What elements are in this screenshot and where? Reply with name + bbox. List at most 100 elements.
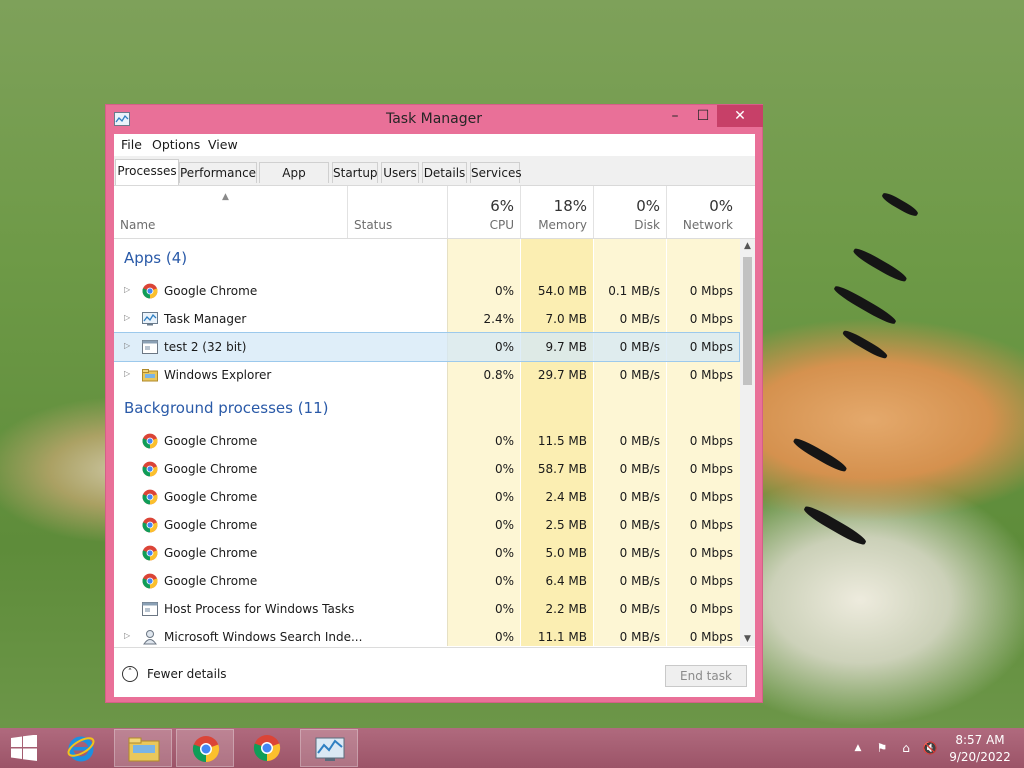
process-memory: 11.1 MB [537, 630, 587, 644]
process-name: Google Chrome [164, 284, 258, 298]
column-disk[interactable]: Disk [594, 218, 660, 232]
maximize-button[interactable]: ☐ [689, 105, 717, 127]
taskbar-chrome-1[interactable] [176, 729, 234, 767]
chrome-icon [192, 736, 220, 763]
process-network: 0 Mbps [689, 546, 733, 560]
process-network: 0 Mbps [689, 312, 733, 326]
chrome-icon [253, 735, 281, 762]
tab-users[interactable]: Users [381, 162, 419, 183]
group-header-background[interactable]: Background processes (11) [114, 395, 739, 423]
chevron-up-circle-icon[interactable]: ˄ [122, 666, 138, 682]
process-cpu: 0% [494, 630, 514, 644]
process-memory: 9.7 MB [545, 340, 587, 354]
process-row[interactable]: ▷ Windows Explorer 0.8% 29.7 MB 0 MB/s 0 Mbps [114, 361, 739, 389]
network-total[interactable]: 0% [667, 197, 733, 215]
process-cpu: 0.8% [483, 368, 515, 382]
process-memory: 2.5 MB [545, 518, 587, 532]
disk-total[interactable]: 0% [594, 197, 660, 215]
process-name: Google Chrome [164, 518, 258, 532]
column-network[interactable]: Network [667, 218, 733, 232]
volume-muted-icon[interactable]: 🔇 [922, 740, 938, 756]
start-button[interactable] [0, 729, 58, 767]
scroll-thumb[interactable] [743, 257, 752, 385]
scroll-up-arrow[interactable]: ▲ [740, 239, 755, 253]
memory-total[interactable]: 18% [521, 197, 587, 215]
taskbar: ▲ ⚑ ⌂ 🔇 8:57 AM 9/20/2022 [0, 728, 1024, 768]
process-network: 0 Mbps [689, 630, 733, 644]
end-task-button[interactable]: End task [665, 665, 747, 687]
cpu-total[interactable]: 6% [448, 197, 514, 215]
tab-details[interactable]: Details [422, 162, 467, 183]
tab-strip: Processes Performance App history Startu… [114, 156, 755, 200]
process-disk: 0 MB/s [619, 434, 660, 448]
process-row[interactable]: Google Chrome 0% 2.4 MB 0 MB/s 0 Mbps [114, 483, 739, 511]
process-row[interactable]: Google Chrome 0% 6.4 MB 0 MB/s 0 Mbps [114, 567, 739, 595]
clock-date[interactable]: 9/20/2022 [946, 750, 1014, 764]
scroll-down-arrow[interactable]: ▼ [740, 632, 755, 646]
tab-app-history[interactable]: App history [259, 162, 329, 200]
taskbar-internet-explorer[interactable] [52, 729, 110, 767]
menu-file[interactable]: File [121, 137, 142, 152]
fewer-details-link[interactable]: Fewer details [147, 667, 227, 681]
process-disk: 0 MB/s [619, 518, 660, 532]
process-network: 0 Mbps [689, 462, 733, 476]
menu-options[interactable]: Options [152, 137, 200, 152]
column-cpu[interactable]: CPU [448, 218, 514, 232]
process-name: Google Chrome [164, 462, 258, 476]
menu-bar: File Options View [114, 134, 755, 156]
process-network: 0 Mbps [689, 368, 733, 382]
network-icon[interactable]: ⌂ [898, 740, 914, 756]
taskbar-chrome-2[interactable] [238, 729, 296, 767]
menu-view[interactable]: View [208, 137, 238, 152]
sort-caret-icon: ▲ [222, 192, 229, 202]
column-name[interactable]: Name [120, 218, 155, 232]
clock-time[interactable]: 8:57 AM [950, 733, 1010, 747]
tab-startup[interactable]: Startup [332, 162, 378, 183]
expand-arrow-icon[interactable]: ▷ [124, 341, 130, 350]
expand-arrow-icon[interactable]: ▷ [124, 285, 130, 294]
close-button[interactable]: ✕ [717, 105, 763, 127]
process-row[interactable]: Google Chrome 0% 58.7 MB 0 MB/s 0 Mbps [114, 455, 739, 483]
process-row[interactable]: ▷ test 2 (32 bit) 0% 9.7 MB 0 MB/s 0 Mbps [114, 332, 740, 362]
show-hidden-icons-icon[interactable]: ▲ [850, 740, 866, 756]
process-cpu: 0% [494, 574, 514, 588]
action-center-flag-icon[interactable]: ⚑ [874, 740, 890, 756]
process-row[interactable]: ▷ Microsoft Windows Search Inde... 0% 11.1 … [114, 623, 739, 646]
process-row[interactable]: Google Chrome 0% 2.5 MB 0 MB/s 0 Mbps [114, 511, 739, 539]
process-memory: 7.0 MB [545, 312, 587, 326]
file-explorer-icon [128, 737, 160, 762]
task-manager-icon [142, 311, 158, 327]
process-row[interactable]: Google Chrome 0% 5.0 MB 0 MB/s 0 Mbps [114, 539, 739, 567]
taskbar-task-manager[interactable] [300, 729, 358, 767]
minimize-button[interactable]: – [661, 105, 689, 127]
tab-processes[interactable]: Processes [115, 159, 179, 185]
process-memory: 6.4 MB [545, 574, 587, 588]
title-bar[interactable]: Task Manager – ☐ ✕ [106, 105, 763, 134]
process-disk: 0 MB/s [619, 368, 660, 382]
group-title: Background processes (11) [124, 399, 329, 417]
process-memory: 11.5 MB [537, 434, 587, 448]
process-row[interactable]: Google Chrome 0% 11.5 MB 0 MB/s 0 Mbps [114, 427, 739, 455]
process-memory: 58.7 MB [537, 462, 587, 476]
process-name: Google Chrome [164, 574, 258, 588]
taskbar-file-explorer[interactable] [114, 729, 172, 767]
expand-arrow-icon[interactable]: ▷ [124, 369, 130, 378]
column-status[interactable]: Status [354, 218, 392, 232]
expand-arrow-icon[interactable]: ▷ [124, 631, 130, 640]
process-row[interactable]: ▷ Task Manager 2.4% 7.0 MB 0 MB/s 0 Mbps [114, 305, 739, 333]
process-disk: 0 MB/s [619, 546, 660, 560]
expand-arrow-icon[interactable]: ▷ [124, 313, 130, 322]
tab-performance[interactable]: Performance [179, 162, 257, 183]
process-network: 0 Mbps [689, 284, 733, 298]
process-memory: 54.0 MB [537, 284, 587, 298]
process-disk: 0 MB/s [619, 340, 660, 354]
group-header-apps[interactable]: Apps (4) [114, 245, 739, 273]
console-window-icon [142, 339, 158, 355]
vertical-scrollbar[interactable]: ▲ ▼ [740, 239, 755, 646]
tab-services[interactable]: Services [470, 162, 522, 183]
process-row[interactable]: ▷ Google Chrome 0% 54.0 MB 0.1 MB/s 0 Mbps [114, 277, 739, 305]
group-title: Apps (4) [124, 249, 188, 267]
process-row[interactable]: Host Process for Windows Tasks 0% 2.2 MB 0 … [114, 595, 739, 623]
process-memory: 5.0 MB [545, 546, 587, 560]
column-memory[interactable]: Memory [521, 218, 587, 232]
